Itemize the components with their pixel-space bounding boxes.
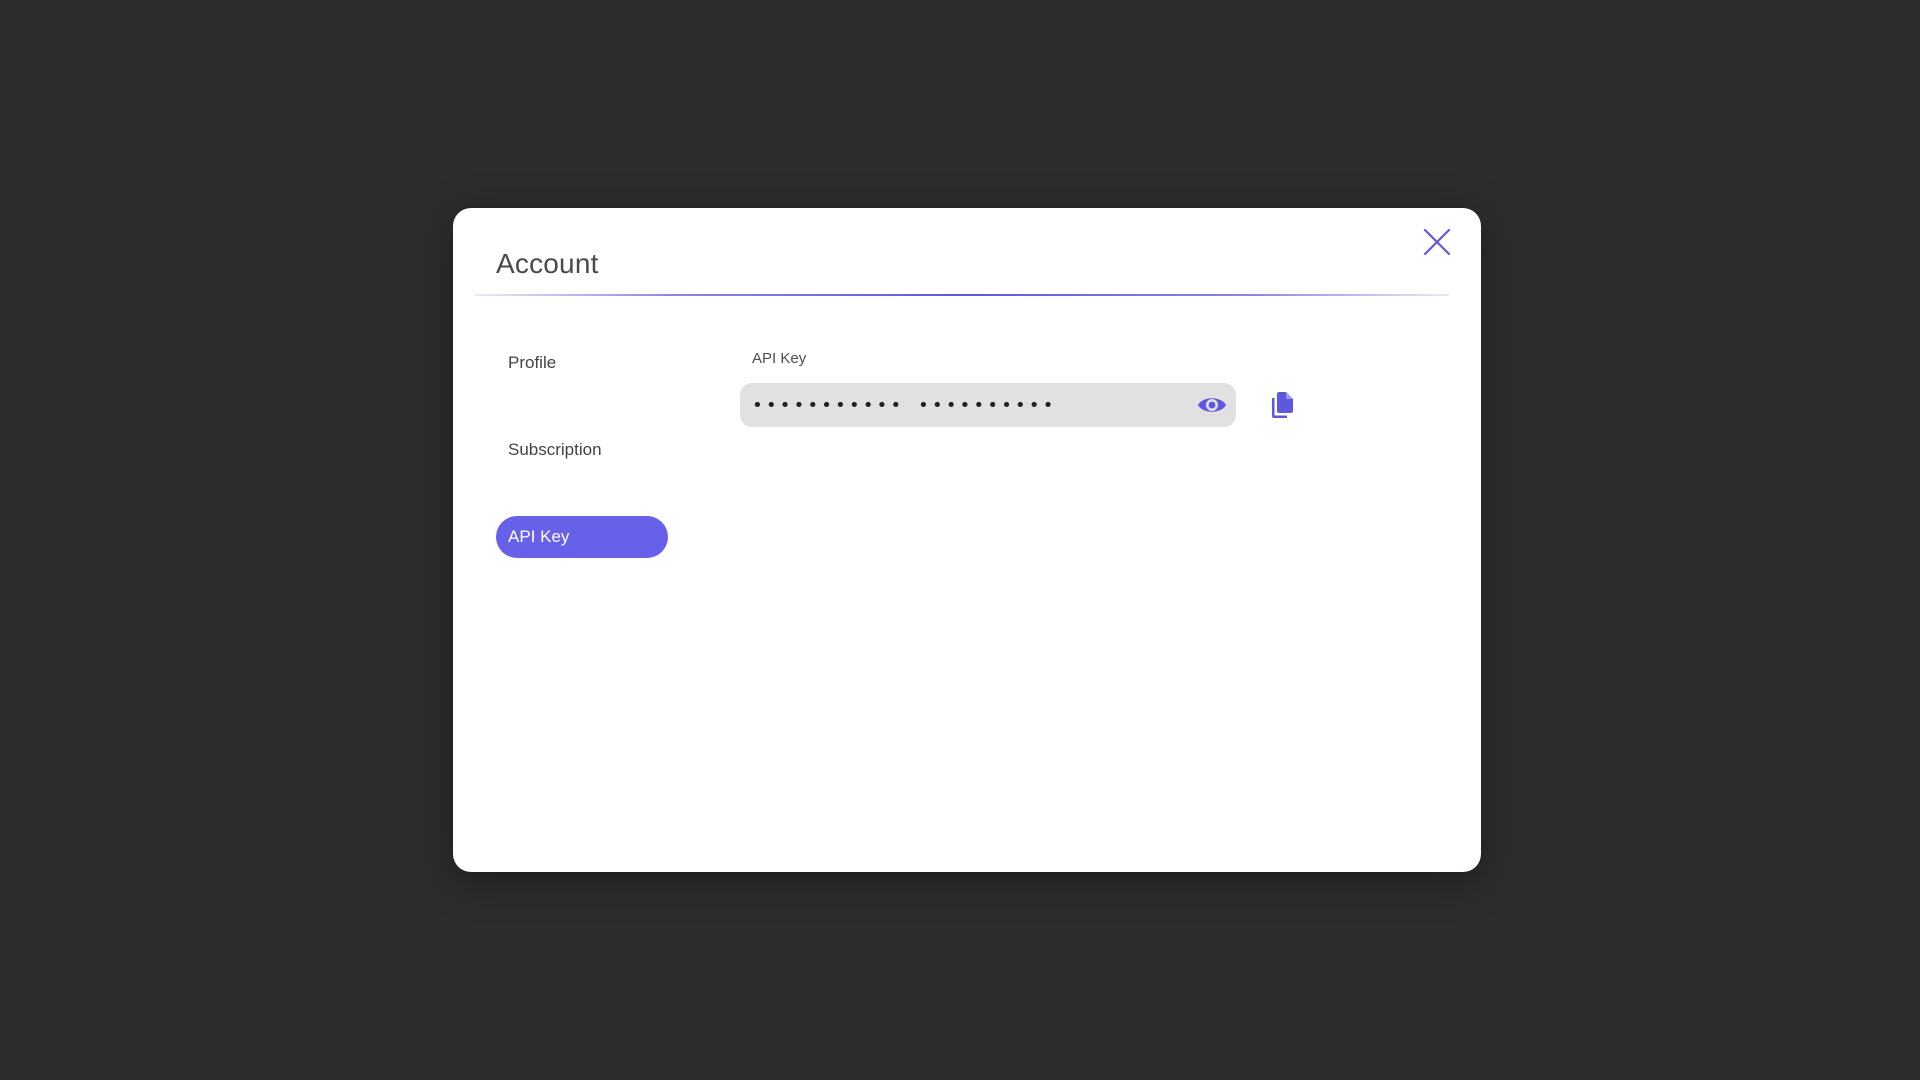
api-key-value[interactable]: ••••••••••• •••••••••• [740, 395, 1192, 416]
api-key-label: API Key [752, 350, 807, 367]
account-nav: Profile Subscription API Key [496, 342, 668, 603]
reveal-key-button[interactable] [1192, 385, 1232, 425]
dialog-title: Account [496, 248, 599, 279]
nav-item-profile[interactable]: Profile [496, 342, 668, 384]
account-dialog: Account Profile Subscription API Key API… [453, 208, 1481, 872]
copy-key-button[interactable] [1265, 388, 1299, 422]
eye-icon [1198, 398, 1226, 412]
nav-item-api-key[interactable]: API Key [496, 516, 668, 558]
title-divider [475, 294, 1449, 296]
api-key-field[interactable]: ••••••••••• •••••••••• [740, 383, 1236, 427]
close-button[interactable] [1419, 224, 1455, 260]
close-icon [1423, 228, 1451, 256]
nav-item-subscription[interactable]: Subscription [496, 429, 668, 471]
copy-icon [1272, 392, 1293, 418]
